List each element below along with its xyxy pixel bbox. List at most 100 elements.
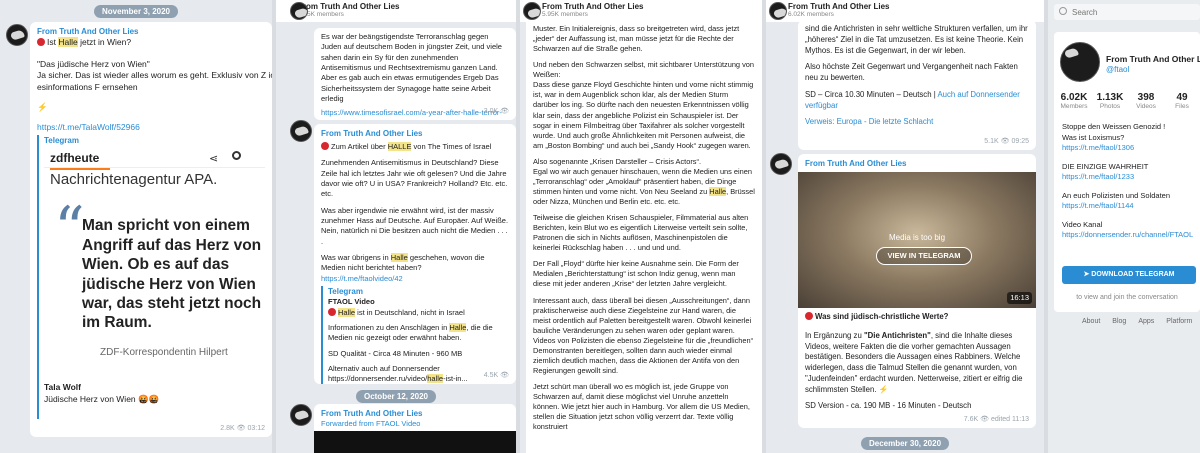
- message-text: In Ergänzung zu "Die Antichristen", sind…: [805, 330, 1023, 394]
- message-author[interactable]: From Truth And Other Lies: [37, 26, 265, 37]
- text: esinformations F ernsehen: [37, 82, 138, 93]
- channel-avatar[interactable]: [290, 2, 308, 20]
- channel-header[interactable]: From Truth And Other Lies 5.95K members: [520, 0, 762, 22]
- stat-files: 49 Files: [1175, 92, 1189, 110]
- video-thumbnail[interactable]: [314, 431, 516, 453]
- channel-avatar[interactable]: [290, 404, 312, 426]
- stats-row: 6.02K Members 1.13K Photos 398 Videos 49 Fil…: [1056, 92, 1200, 110]
- text: "Das jüdische Herz von Wien": [37, 58, 150, 69]
- footer-links: About Blog Apps Platform: [1082, 318, 1200, 325]
- chat-panel-4: From Truth And Other Lies 6.02K members …: [766, 0, 1044, 453]
- description-line: Video Kanal: [1062, 219, 1103, 229]
- quote-mark-icon: “: [54, 194, 85, 265]
- message-bubble: From Truth And Other Lies Zum Artikel üb…: [314, 124, 516, 384]
- footer-link-blog[interactable]: Blog: [1112, 318, 1126, 325]
- red-circle-icon: [37, 38, 45, 47]
- message-text: Interessant auch, dass überall bei diese…: [533, 295, 754, 375]
- text: jetzt in Wien?: [77, 37, 132, 48]
- search-icon: [1059, 7, 1067, 15]
- media-too-big-text: Media is too big: [888, 233, 946, 243]
- description-line: DIE EINZIGE WAHRHEIT: [1062, 161, 1149, 171]
- channel-avatar[interactable]: [290, 120, 312, 142]
- message-text: Also sogenannte „Krisen Darsteller – Cri…: [533, 156, 701, 166]
- date-separator: December 30, 2020: [860, 437, 950, 450]
- message-text: Was war übrigens in Halle geschehen, wov…: [321, 253, 485, 273]
- preview-text: Informationen zu den Anschlägen in Halle…: [328, 322, 493, 343]
- footer-link-platform[interactable]: Platform: [1166, 318, 1192, 325]
- channel-title: From Truth And Other Lies: [542, 2, 644, 11]
- message-link[interactable]: https://www.timesofisrael.com/a-year-aft…: [321, 108, 509, 120]
- description-link[interactable]: https://t.me/ftaol/1233: [1062, 172, 1198, 183]
- footer-link-apps[interactable]: Apps: [1138, 318, 1154, 325]
- channel-handle[interactable]: @ftaol: [1106, 65, 1129, 74]
- channel-title: From Truth And Other Lies: [788, 2, 890, 11]
- preview-text: Alternativ auch auf Donnersender: [328, 363, 440, 373]
- channel-avatar[interactable]: [523, 2, 541, 20]
- member-count: 5.95K members: [298, 11, 344, 18]
- channel-header[interactable]: From Truth And Other Lies 5.95K members: [276, 0, 516, 22]
- download-telegram-button[interactable]: ➤ DOWNLOAD TELEGRAM: [1062, 266, 1196, 284]
- date-separator: October 12, 2020: [355, 390, 437, 403]
- stat-videos: 398 Videos: [1136, 92, 1156, 110]
- message-link[interactable]: https://t.me/ftaolvideo/42: [321, 274, 509, 284]
- message-title: Was sind jüdisch-christliche Werte?: [815, 312, 949, 322]
- preview-title: FTAOL Video: [328, 297, 375, 307]
- zdf-attribution: ZDF-Korrespondentin Hilpert: [100, 347, 228, 359]
- red-circle-icon: [321, 142, 329, 151]
- link-preview[interactable]: Telegram zdfheute ⋖ Nachrichtenagentur A…: [37, 135, 265, 420]
- message-bubble: sind die Antichristen in sehr weltliche …: [798, 20, 1036, 150]
- link-preview[interactable]: Telegram FTAOL Video Halle ist in Deutsc…: [321, 286, 509, 384]
- channel-avatar[interactable]: [769, 2, 787, 20]
- message-text: Jetzt schürt man überall wo es möglich i…: [533, 382, 750, 432]
- video-duration: 16:13: [1007, 291, 1032, 305]
- channel-avatar[interactable]: [6, 24, 28, 46]
- message-bubble: From Truth And Other Lies Ist Halle jetz…: [30, 22, 272, 437]
- channel-name: From Truth And Other Lies: [1106, 54, 1200, 64]
- channel-header[interactable]: From Truth And Other Lies 6.02K members: [766, 0, 1044, 22]
- preview-text: Halle ist in Deutschland, nicht in Israe…: [328, 307, 509, 318]
- zdf-logo: zdfheute: [50, 150, 110, 170]
- reference-link[interactable]: Verweis: Europa - Die letzte Schlacht: [805, 117, 1029, 128]
- message-meta: 3.0K 👁: [483, 108, 509, 116]
- preview-image[interactable]: zdfheute ⋖ Nachrichtenagentur APA. “ Man…: [44, 146, 265, 377]
- preview-site: Telegram: [328, 287, 363, 297]
- stat-photos: 1.13K Photos: [1096, 92, 1124, 110]
- red-circle-icon: [805, 312, 813, 321]
- forwarded-from[interactable]: Forwarded from FTAOL Video: [321, 419, 509, 429]
- view-in-telegram-button[interactable]: VIEW IN TELEGRAM: [876, 247, 972, 266]
- chat-panel-1: November 3, 2020 From Truth And Other Li…: [0, 0, 272, 453]
- message-text: Also höchste Zeit Gegenwart und Vergange…: [805, 62, 1018, 82]
- preview-author: Tala Wolf: [44, 382, 81, 393]
- description-link[interactable]: https://t.me/ftaol/1306: [1062, 143, 1198, 154]
- description-line: An euch Polizisten und Soldaten: [1062, 190, 1170, 200]
- message-text: Teilweise die gleichen Krisen Schauspiel…: [533, 213, 749, 253]
- channel-avatar[interactable]: [1060, 42, 1100, 82]
- message-meta: 2.8K 👁 03:12: [220, 425, 265, 433]
- channel-card: From Truth And Other Lies @ftaol 6.02KMe…: [1054, 32, 1200, 312]
- video-media[interactable]: Media is too big VIEW IN TELEGRAM 16:13: [798, 172, 1036, 309]
- preview-site: Telegram: [44, 136, 79, 146]
- description-link[interactable]: https://donnersender.ru/channel/FTAOL: [1062, 230, 1198, 241]
- message-author[interactable]: From Truth And Other Lies: [321, 408, 509, 419]
- message-author[interactable]: From Truth And Other Lies: [321, 128, 509, 139]
- message-meta: 5.1K 👁 09:25: [984, 138, 1029, 146]
- message-bubble: Es war der beängstigendste Terroranschla…: [314, 28, 516, 120]
- message-text: Egal wo wir auch genauer hinschauen, wen…: [533, 166, 755, 206]
- message-bubble: From Truth And Other Lies Forwarded from…: [314, 404, 516, 453]
- text: Ist: [47, 37, 59, 48]
- member-count: 5.95K members: [542, 11, 588, 18]
- channel-avatar[interactable]: [770, 153, 792, 175]
- message-link[interactable]: https://t.me/TalaWolf/52966: [37, 122, 265, 134]
- zdf-quote: Man spricht von einem Angriff auf das He…: [82, 217, 262, 332]
- description-link[interactable]: https://t.me/ftaol/1144: [1062, 201, 1198, 212]
- message-text: Was aber irgendwie nie erwähnt wird, ist…: [321, 205, 509, 246]
- member-count: 6.02K members: [788, 11, 834, 18]
- message-text: Dass diese ganze Floyd Geschichte hinten…: [533, 80, 754, 150]
- search-bar[interactable]: [1054, 4, 1200, 20]
- footer-link-about[interactable]: About: [1082, 318, 1100, 325]
- message-text: Muster. Ein Initialereignis, dass so bre…: [533, 24, 740, 54]
- message-meta: 7.6K 👁 edited 11:13: [963, 416, 1029, 424]
- share-icon[interactable]: ⋖: [209, 152, 218, 167]
- message-author[interactable]: From Truth And Other Lies: [805, 158, 1029, 169]
- search-input[interactable]: [1072, 5, 1192, 19]
